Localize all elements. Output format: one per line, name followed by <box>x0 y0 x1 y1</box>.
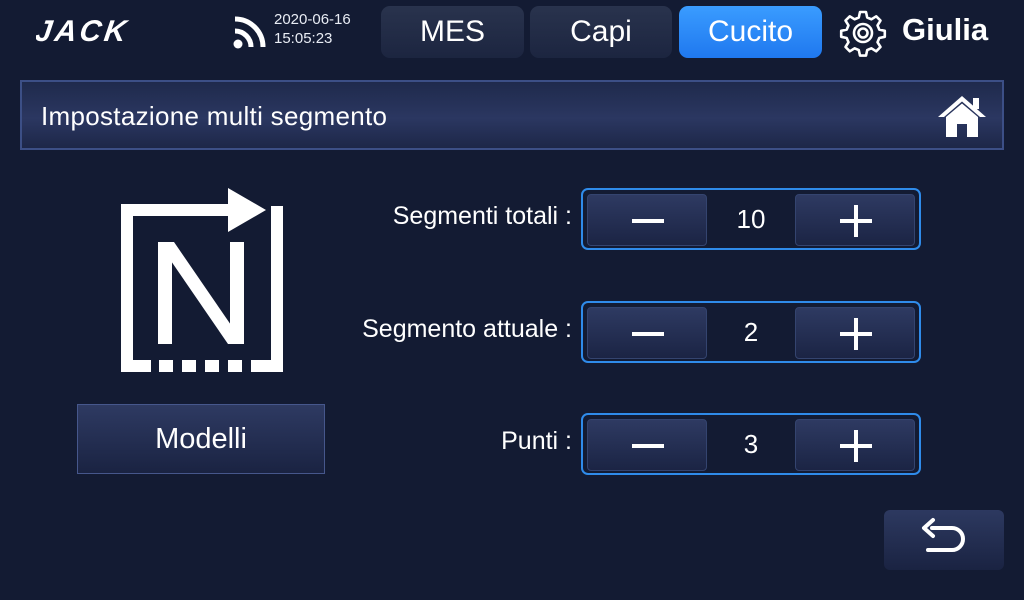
setting-row-total-segments: Segmenti totali : 10 <box>0 188 1024 252</box>
minus-icon <box>632 332 664 336</box>
tab-cucito[interactable]: Cucito <box>679 6 822 58</box>
plus-icon <box>840 205 872 237</box>
tab-mes[interactable]: MES <box>381 6 524 58</box>
tab-capi[interactable]: Capi <box>530 6 672 58</box>
current-segment-label: Segmento attuale : <box>362 315 572 343</box>
back-arrow-icon <box>922 518 965 552</box>
plus-icon <box>840 318 872 350</box>
total-segments-plus-button[interactable] <box>795 194 915 246</box>
wifi-icon <box>233 16 266 49</box>
back-button[interactable] <box>884 510 1004 570</box>
total-segments-label: Segmenti totali : <box>392 202 572 230</box>
stitches-plus-button[interactable] <box>795 419 915 471</box>
page-title: Impostazione multi segmento <box>41 101 388 131</box>
current-segment-minus-button[interactable] <box>587 307 707 359</box>
time-text: 15:05:23 <box>274 30 333 47</box>
current-segment-value: 2 <box>743 317 759 347</box>
setting-row-stitches: Punti : 3 <box>0 413 1024 477</box>
svg-text:JACK: JACK <box>36 15 131 47</box>
plus-icon <box>840 430 872 462</box>
stitches-label: Punti : <box>501 427 572 455</box>
page-title-bar: Impostazione multi segmento <box>20 80 1004 150</box>
date-text: 2020-06-16 <box>274 11 351 28</box>
top-bar: JACK 2020-06-16 15:05:23 MES Capi Cucito… <box>0 0 1024 70</box>
stitches-stepper: 3 <box>581 413 921 475</box>
jack-logo: JACK <box>36 15 131 47</box>
user-name[interactable]: Giulia <box>902 12 988 48</box>
current-segment-plus-button[interactable] <box>795 307 915 359</box>
total-segments-stepper: 10 <box>581 188 921 250</box>
stitches-value: 3 <box>743 429 759 459</box>
setting-row-current-segment: Segmento attuale : 2 <box>0 301 1024 365</box>
total-segments-value: 10 <box>736 204 766 234</box>
home-icon[interactable] <box>936 93 988 139</box>
minus-icon <box>632 219 664 223</box>
gear-icon[interactable] <box>838 8 888 58</box>
current-segment-stepper: 2 <box>581 301 921 363</box>
minus-icon <box>632 444 664 448</box>
datetime: 2020-06-16 15:05:23 <box>274 10 351 48</box>
stitches-minus-button[interactable] <box>587 419 707 471</box>
total-segments-minus-button[interactable] <box>587 194 707 246</box>
